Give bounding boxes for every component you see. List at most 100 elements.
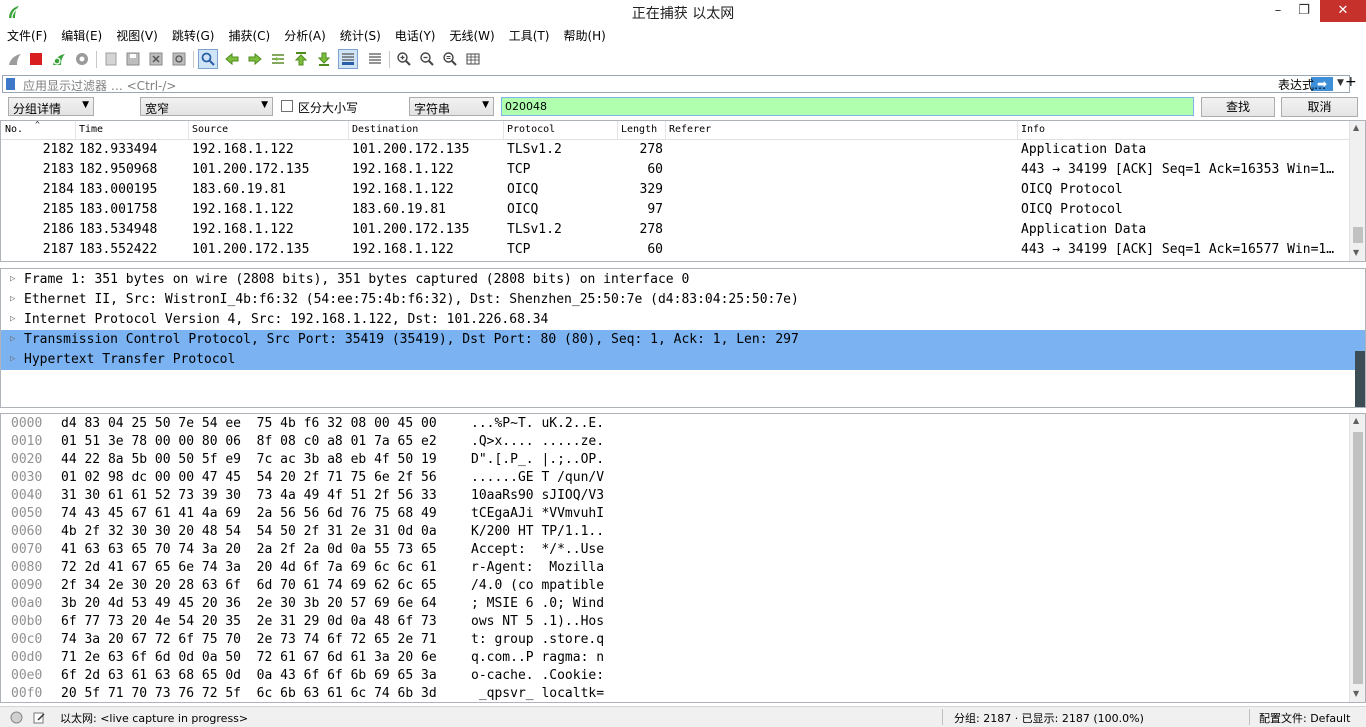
hex-row[interactable]: 0080 72 2d 41 67 65 6e 74 3a 20 4d 6f 7a …	[1, 559, 1349, 577]
restart-capture-icon[interactable]	[49, 49, 69, 69]
packet-row[interactable]: 2185 183.001758 192.168.1.122 183.60.19.…	[1, 200, 1349, 220]
find-input[interactable]: 020048	[501, 97, 1194, 116]
column-divider[interactable]	[1017, 121, 1018, 139]
go-to-packet-icon[interactable]	[268, 49, 288, 69]
hex-row[interactable]: 00a0 3b 20 4d 53 49 45 20 36 2e 30 3b 20 …	[1, 595, 1349, 613]
capture-options-icon[interactable]	[72, 49, 92, 69]
resize-columns-icon[interactable]	[463, 49, 483, 69]
hex-row[interactable]: 0090 2f 34 2e 30 20 28 63 6f 6d 70 61 74 …	[1, 577, 1349, 595]
expert-info-icon[interactable]	[10, 711, 23, 724]
hex-row[interactable]: 00c0 74 3a 20 67 72 6f 75 70 2e 73 74 6f …	[1, 631, 1349, 649]
case-sensitive-checkbox[interactable]	[281, 100, 293, 112]
menu-tools[interactable]: 工具(T)	[502, 24, 557, 45]
detail-tree-item-selected[interactable]: ▷ Transmission Control Protocol, Src Por…	[1, 330, 1365, 350]
column-header-source[interactable]: Source	[192, 124, 228, 135]
column-divider[interactable]	[75, 121, 76, 139]
stop-capture-icon[interactable]	[26, 49, 46, 69]
column-divider[interactable]	[617, 121, 618, 139]
hex-row[interactable]: 0060 4b 2f 32 30 30 20 48 54 54 50 2f 31 …	[1, 523, 1349, 541]
add-filter-button[interactable]: +	[1345, 74, 1357, 90]
go-first-packet-icon[interactable]	[291, 49, 311, 69]
hex-row[interactable]: 00b0 6f 77 73 20 4e 54 20 35 2e 31 29 0d …	[1, 613, 1349, 631]
detail-tree-item[interactable]: ▷ Ethernet II, Src: WistronI_4b:f6:32 (5…	[1, 290, 1365, 310]
display-filter-input[interactable]: 应用显示过滤器 … <Ctrl-/>	[23, 77, 176, 94]
zoom-reset-icon[interactable]	[440, 49, 460, 69]
find-packet-icon[interactable]	[198, 49, 218, 69]
menu-help[interactable]: 帮助(H)	[556, 24, 612, 45]
menu-capture[interactable]: 捕获(C)	[221, 24, 277, 45]
minimize-button[interactable]: –	[1264, 0, 1292, 22]
expression-button[interactable]: 表达式…	[1278, 76, 1326, 93]
column-header-info[interactable]: Info	[1021, 124, 1045, 135]
hex-row[interactable]: 0010 01 51 3e 78 00 00 80 06 8f 08 c0 a8 …	[1, 433, 1349, 451]
go-forward-icon[interactable]	[245, 49, 265, 69]
cancel-button[interactable]: 取消	[1281, 97, 1358, 117]
profile-text[interactable]: 配置文件: Default	[1259, 710, 1350, 726]
search-type-select[interactable]: 字符串 ▼	[409, 97, 494, 116]
scrollbar-thumb[interactable]	[1353, 432, 1363, 684]
column-divider[interactable]	[503, 121, 504, 139]
open-file-icon[interactable]	[101, 49, 121, 69]
search-in-select[interactable]: 分组详情 ▼	[8, 97, 94, 116]
reload-file-icon[interactable]	[169, 49, 189, 69]
expand-triangle-icon[interactable]: ▷	[10, 354, 15, 364]
detail-tree-item[interactable]: ▷ Internet Protocol Version 4, Src: 192.…	[1, 310, 1365, 330]
hex-row[interactable]: 0070 41 63 63 65 70 74 3a 20 2a 2f 2a 0d …	[1, 541, 1349, 559]
menu-statistics[interactable]: 统计(S)	[333, 24, 388, 45]
go-back-icon[interactable]	[222, 49, 242, 69]
detail-tree-item-selected[interactable]: ▷ Hypertext Transfer Protocol	[1, 350, 1365, 370]
go-last-packet-icon[interactable]	[314, 49, 334, 69]
expand-triangle-icon[interactable]: ▷	[10, 314, 15, 324]
hex-row[interactable]: 00d0 71 2e 63 6f 6d 0d 0a 50 72 61 67 6d …	[1, 649, 1349, 667]
column-header-length[interactable]: Length	[621, 124, 657, 135]
scroll-up-icon[interactable]: ▲	[1353, 123, 1359, 132]
column-header-time[interactable]: Time	[79, 124, 103, 135]
menu-edit[interactable]: 编辑(E)	[54, 24, 109, 45]
column-header-referer[interactable]: Referer	[669, 124, 711, 135]
packet-row[interactable]: 2186 183.534948 192.168.1.122 101.200.17…	[1, 220, 1349, 240]
menu-telephony[interactable]: 电话(Y)	[388, 24, 443, 45]
scroll-down-icon[interactable]: ▼	[1353, 248, 1359, 257]
colorize-icon[interactable]	[365, 49, 385, 69]
menu-analyze[interactable]: 分析(A)	[277, 24, 333, 45]
expand-triangle-icon[interactable]: ▷	[10, 334, 15, 344]
hex-row[interactable]: 0050 74 43 45 67 61 41 4a 69 2a 56 56 6d …	[1, 505, 1349, 523]
start-capture-icon[interactable]	[5, 49, 25, 69]
menu-wireless[interactable]: 无线(W)	[443, 24, 502, 45]
auto-scroll-icon[interactable]	[338, 49, 358, 69]
close-file-icon[interactable]	[146, 49, 166, 69]
packet-list-scrollbar[interactable]: ▲ ▼	[1349, 121, 1365, 261]
char-width-select[interactable]: 宽窄 ▼	[140, 97, 273, 116]
column-divider[interactable]	[665, 121, 666, 139]
bytes-pane-scrollbar[interactable]: ▲ ▼	[1349, 414, 1365, 702]
menu-go[interactable]: 跳转(G)	[165, 24, 222, 45]
expand-triangle-icon[interactable]: ▷	[10, 294, 15, 304]
save-file-icon[interactable]	[123, 49, 143, 69]
scroll-down-icon[interactable]: ▼	[1353, 689, 1359, 698]
close-button[interactable]: ✕	[1320, 0, 1366, 22]
expand-triangle-icon[interactable]: ▷	[10, 274, 15, 284]
column-divider[interactable]	[188, 121, 189, 139]
hex-row[interactable]: 0030 01 02 98 dc 00 00 47 45 54 20 2f 71 …	[1, 469, 1349, 487]
column-header-protocol[interactable]: Protocol	[507, 124, 555, 135]
hex-row[interactable]: 00e0 6f 2d 63 61 63 68 65 0d 0a 43 6f 6f …	[1, 667, 1349, 685]
hex-row[interactable]: 00f0 20 5f 71 70 73 76 72 5f 6c 6b 63 61 …	[1, 685, 1349, 702]
bookmark-icon[interactable]	[6, 78, 15, 90]
packet-row[interactable]: 2184 183.000195 183.60.19.81 192.168.1.1…	[1, 180, 1349, 200]
find-button[interactable]: 查找	[1201, 97, 1275, 117]
packet-row[interactable]: 2187 183.552422 101.200.172.135 192.168.…	[1, 240, 1349, 260]
zoom-out-icon[interactable]	[417, 49, 437, 69]
column-header-no[interactable]: No.	[5, 124, 23, 135]
zoom-in-icon[interactable]	[394, 49, 414, 69]
intelligent-scrollbar[interactable]	[1355, 351, 1365, 407]
hex-row[interactable]: 0040 31 30 61 61 52 73 39 30 73 4a 49 4f …	[1, 487, 1349, 505]
hex-row[interactable]: 0020 44 22 8a 5b 00 50 5f e9 7c ac 3b a8 …	[1, 451, 1349, 469]
maximize-button[interactable]: ❐	[1290, 0, 1318, 22]
menu-file[interactable]: 文件(F)	[0, 24, 54, 45]
hex-row[interactable]: 0000 d4 83 04 25 50 7e 54 ee 75 4b f6 32 …	[1, 415, 1349, 433]
detail-tree-item[interactable]: ▷ Frame 1: 351 bytes on wire (2808 bits)…	[1, 270, 1365, 290]
column-divider[interactable]	[348, 121, 349, 139]
packet-row[interactable]: 2183 182.950968 101.200.172.135 192.168.…	[1, 160, 1349, 180]
scrollbar-thumb[interactable]	[1353, 227, 1363, 243]
packet-row[interactable]: 2182 182.933494 192.168.1.122 101.200.17…	[1, 140, 1349, 160]
